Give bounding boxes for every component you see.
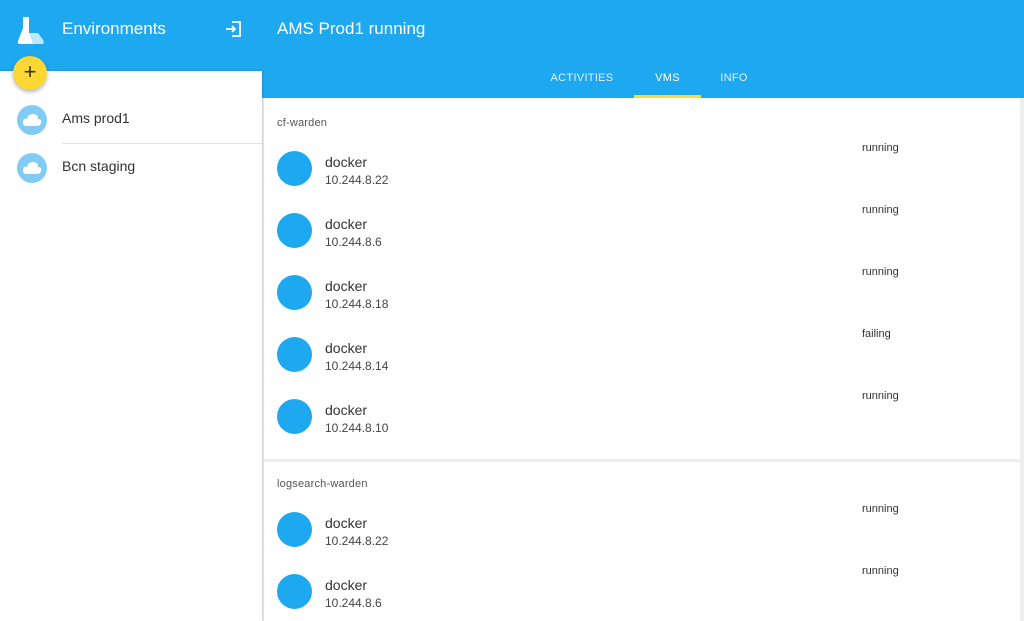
environment-item-bcn-staging[interactable]: Bcn staging xyxy=(0,144,262,192)
vm-ip: 10.244.8.10 xyxy=(325,421,389,435)
cloud-icon xyxy=(17,153,47,183)
vm-avatar xyxy=(277,151,312,186)
vm-row[interactable]: docker 10.244.8.6 running xyxy=(264,565,1020,621)
vm-row[interactable]: docker 10.244.8.18 running xyxy=(264,266,1020,331)
page-title: AMS Prod1 running xyxy=(277,19,426,38)
vm-name: docker xyxy=(325,278,368,294)
vm-name: docker xyxy=(325,515,368,531)
vm-row[interactable]: docker 10.244.8.22 running xyxy=(264,142,1020,207)
vm-status: running xyxy=(862,390,899,402)
vm-name: docker xyxy=(325,577,368,593)
environment-label: Bcn staging xyxy=(62,158,136,174)
vm-ip: 10.244.8.6 xyxy=(325,596,382,610)
vm-avatar xyxy=(277,399,312,434)
vm-ip: 10.244.8.22 xyxy=(325,534,389,548)
group-header: logsearch-warden xyxy=(277,478,368,490)
environment-item-ams-prod1[interactable]: Ams prod1 xyxy=(0,96,262,144)
vm-row[interactable]: docker 10.244.8.22 running xyxy=(264,503,1020,568)
exit-icon[interactable] xyxy=(224,19,244,39)
plus-icon: + xyxy=(23,59,37,84)
vm-avatar xyxy=(277,574,312,609)
vm-status: running xyxy=(862,204,899,216)
vm-status: running xyxy=(862,565,899,577)
vm-ip: 10.244.8.6 xyxy=(325,235,382,249)
vm-avatar xyxy=(277,275,312,310)
vm-status: running xyxy=(862,142,899,154)
add-environment-button[interactable]: + xyxy=(13,56,47,90)
vm-name: docker xyxy=(325,402,368,418)
vm-ip: 10.244.8.14 xyxy=(325,359,389,373)
flask-logo-icon xyxy=(17,17,44,44)
vm-avatar xyxy=(277,512,312,547)
vm-group-card: logsearch-warden docker 10.244.8.22 runn… xyxy=(264,462,1020,621)
vm-status: failing xyxy=(862,328,891,340)
tab-info[interactable]: INFO xyxy=(701,60,767,98)
group-header: cf-warden xyxy=(277,117,328,129)
tab-activities[interactable]: ACTIVITIES xyxy=(530,60,634,98)
vm-row[interactable]: docker 10.244.8.10 running xyxy=(264,390,1020,455)
cloud-icon xyxy=(17,105,47,135)
vm-avatar xyxy=(277,213,312,248)
vm-name: docker xyxy=(325,216,368,232)
vm-ip: 10.244.8.22 xyxy=(325,173,389,187)
vm-name: docker xyxy=(325,340,368,356)
vm-row[interactable]: docker 10.244.8.6 running xyxy=(264,204,1020,269)
vm-group-card: cf-warden docker 10.244.8.22 running doc… xyxy=(264,98,1020,459)
vm-list: cf-warden docker 10.244.8.22 running doc… xyxy=(264,98,1024,621)
vm-row[interactable]: docker 10.244.8.14 failing xyxy=(264,328,1020,393)
vm-status: running xyxy=(862,266,899,278)
environment-label: Ams prod1 xyxy=(62,110,130,126)
vm-ip: 10.244.8.18 xyxy=(325,297,389,311)
tab-vms[interactable]: VMS xyxy=(634,60,701,98)
environments-sidebar: Ams prod1 Bcn staging xyxy=(0,71,262,621)
vm-avatar xyxy=(277,337,312,372)
app-title: Environments xyxy=(62,19,166,38)
vm-status: running xyxy=(862,503,899,515)
vm-name: docker xyxy=(325,154,368,170)
